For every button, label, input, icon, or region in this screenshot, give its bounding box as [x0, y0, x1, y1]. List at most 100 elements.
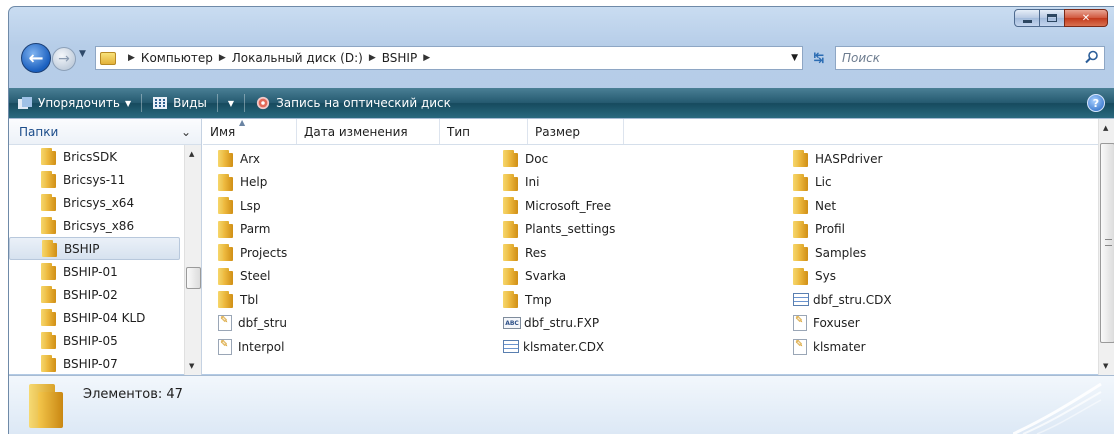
file-item[interactable]: Lic	[793, 171, 832, 194]
folder-icon	[218, 244, 233, 261]
file-item[interactable]: Lsp	[218, 194, 261, 217]
file-item[interactable]: Interpol	[218, 335, 284, 358]
tree-item-bship-05[interactable]: BSHIP-05	[9, 329, 184, 352]
file-item[interactable]: Net	[793, 194, 836, 217]
refresh-button[interactable]: ↹	[807, 46, 831, 70]
organize-button[interactable]: Упорядочить ▼	[9, 91, 139, 115]
swoosh-decoration-icon	[1013, 382, 1102, 434]
tree-item-label: Bricsys_x64	[63, 195, 135, 210]
command-bar: Упорядочить ▼ Виды ▼ Запись на оптический…	[9, 88, 1114, 118]
folder-icon	[41, 217, 56, 234]
column-header-size[interactable]: Размер	[528, 119, 624, 144]
chevron-down-icon[interactable]: ⌄	[181, 125, 191, 139]
folders-pane-header[interactable]: Папки ⌄	[9, 119, 201, 145]
file-item[interactable]: Profil	[793, 218, 845, 241]
file-label: Plants_settings	[525, 222, 616, 236]
tree-item-bricsys-x64[interactable]: Bricsys_x64	[9, 191, 184, 214]
folder-icon	[503, 267, 518, 285]
forward-button[interactable]: →	[52, 47, 76, 71]
close-icon: ✕	[1081, 12, 1091, 24]
file-item[interactable]: Tmp	[503, 288, 552, 311]
tree-item-label: BSHIP-02	[63, 287, 118, 302]
address-bar[interactable]: ▶ Компьютер ▶ Локальный диск (D:) ▶ BSHI…	[95, 46, 803, 70]
file-item[interactable]: ABC dbf_stru.FXP	[503, 312, 599, 335]
column-type-label: Тип	[447, 124, 470, 139]
chevron-right-icon[interactable]: ▶	[423, 53, 430, 63]
views-dropdown-button[interactable]: ▼	[220, 91, 242, 115]
folder-icon	[41, 309, 56, 326]
folder-icon	[503, 291, 518, 308]
tree-item-bship-07[interactable]: BSHIP-07	[9, 352, 184, 375]
address-dropdown-icon[interactable]: ▼	[791, 53, 798, 63]
tree-item-bricsys-11[interactable]: Bricsys-11	[9, 168, 184, 191]
file-item[interactable]: Arx	[218, 147, 260, 170]
document-icon	[218, 338, 232, 355]
file-item[interactable]: Microsoft_Free	[503, 194, 611, 217]
tree-item-bship-04-kld[interactable]: BSHIP-04 KLD	[9, 306, 184, 329]
file-item[interactable]: Samples	[793, 241, 866, 264]
column-header-type[interactable]: Тип	[440, 119, 528, 144]
file-item[interactable]: Parm	[218, 218, 270, 241]
tree-item-bship-01[interactable]: BSHIP-01	[9, 260, 184, 283]
chevron-right-icon[interactable]: ▶	[128, 53, 135, 63]
close-button[interactable]: ✕	[1064, 9, 1108, 27]
column-header-date[interactable]: Дата изменения	[297, 119, 440, 144]
recent-pages-dropdown[interactable]: ▼	[79, 49, 86, 59]
file-item[interactable]: Sys	[793, 265, 836, 288]
database-file-icon	[503, 340, 519, 353]
tree-item-label: BSHIP-07	[63, 356, 118, 371]
scroll-up-icon[interactable]: ▲	[1103, 124, 1108, 132]
file-item[interactable]: dbf_stru.CDX	[793, 288, 892, 311]
file-item[interactable]: Plants_settings	[503, 218, 615, 241]
chevron-right-icon[interactable]: ▶	[219, 53, 226, 63]
toolbar-separator	[244, 94, 246, 112]
column-header-name[interactable]: ▲ Имя	[203, 118, 297, 144]
breadcrumb-computer[interactable]: Компьютер	[141, 51, 213, 65]
folders-scrollbar[interactable]: ▲ ▼	[184, 145, 201, 375]
folder-icon	[793, 197, 808, 214]
scrollbar-thumb[interactable]	[1100, 143, 1114, 343]
files-scrollbar[interactable]: ▲ ▼	[1098, 119, 1114, 375]
toolbar-separator	[216, 94, 218, 112]
scroll-down-icon[interactable]: ▼	[189, 362, 194, 370]
file-item[interactable]: klsmater	[793, 335, 866, 358]
file-item[interactable]: klsmater.CDX	[503, 335, 604, 358]
file-item[interactable]: Tbl	[218, 288, 258, 311]
views-button[interactable]: Виды	[144, 91, 215, 115]
files-grid: Arx Help Lsp Parm Projects Steel Tbl dbf_stru In…	[203, 145, 1098, 375]
scroll-down-icon[interactable]: ▼	[1103, 362, 1108, 370]
file-label: dbf_stru.FXP	[524, 316, 600, 330]
breadcrumb-bship[interactable]: BSHIP	[382, 51, 417, 65]
file-item[interactable]: Doc	[503, 147, 548, 170]
tree-item-bship-02[interactable]: BSHIP-02	[9, 283, 184, 306]
column-size-label: Размер	[535, 124, 581, 139]
file-item[interactable]: Foxuser	[793, 312, 860, 335]
search-input[interactable]: Поиск	[835, 46, 1105, 70]
file-item[interactable]: dbf_stru	[218, 312, 287, 335]
file-item[interactable]: Steel	[218, 265, 270, 288]
scrollbar-thumb[interactable]	[186, 267, 201, 289]
tree-item-bship[interactable]: BSHIP	[9, 237, 180, 260]
back-button[interactable]: ←	[21, 43, 51, 73]
minimize-button[interactable]	[1014, 9, 1040, 27]
scroll-up-icon[interactable]: ▲	[189, 150, 194, 158]
burn-disc-button[interactable]: Запись на оптический диск	[247, 91, 459, 115]
search-icon[interactable]	[1085, 50, 1099, 64]
forward-arrow-icon: →	[58, 51, 70, 67]
minimize-icon	[1022, 19, 1032, 23]
maximize-button[interactable]	[1039, 9, 1065, 27]
file-item[interactable]: Res	[503, 241, 546, 264]
file-label: Microsoft_Free	[525, 198, 612, 213]
tree-item-bricssdk[interactable]: BricsSDK	[9, 145, 184, 168]
help-icon[interactable]: ?	[1087, 94, 1105, 112]
file-item[interactable]: HASPdriver	[793, 147, 882, 170]
file-item[interactable]: Ini	[503, 171, 539, 194]
file-item[interactable]: Svarka	[503, 265, 566, 288]
file-item[interactable]: Help	[218, 171, 267, 194]
chevron-right-icon[interactable]: ▶	[369, 53, 376, 63]
file-label: Interpol	[238, 339, 285, 354]
breadcrumb-local-disk[interactable]: Локальный диск (D:)	[232, 51, 363, 65]
file-item[interactable]: Projects	[218, 241, 287, 264]
folder-icon	[503, 173, 518, 191]
tree-item-bricsys-x86[interactable]: Bricsys_x86	[9, 214, 184, 237]
